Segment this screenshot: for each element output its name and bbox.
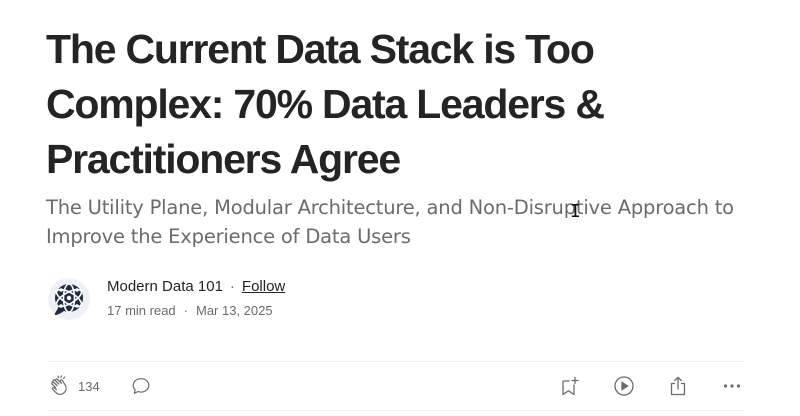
- author-row: Modern Data 101 · Follow 17 min read · M…: [48, 277, 285, 320]
- avatar[interactable]: [48, 277, 90, 320]
- article-header: The Current Data Stack is Too Complex: 7…: [46, 22, 756, 251]
- clap-icon: [51, 375, 67, 396]
- listen-button[interactable]: [612, 374, 636, 398]
- share-button[interactable]: [666, 374, 690, 398]
- follow-button[interactable]: Follow: [242, 277, 285, 297]
- article-title: The Current Data Stack is Too Complex: 7…: [46, 26, 605, 182]
- action-bar: 134: [48, 368, 744, 404]
- divider: [48, 410, 744, 411]
- divider: [48, 361, 744, 362]
- comment-button[interactable]: [130, 375, 152, 397]
- author-meta: Modern Data 101 · Follow 17 min read · M…: [107, 277, 285, 320]
- share-icon: [670, 376, 686, 396]
- publish-date: Mar 13, 2025: [196, 303, 273, 318]
- more-button[interactable]: [720, 374, 744, 398]
- read-time: 17 min read: [107, 303, 176, 318]
- clap-count: 134: [78, 378, 100, 394]
- globe-network-logo-icon: [48, 277, 90, 320]
- author-name[interactable]: Modern Data 101: [107, 277, 223, 297]
- article-subtitle: The Utility Plane, Modular Architecture,…: [46, 196, 734, 248]
- play-icon: [614, 376, 634, 396]
- bookmark-button[interactable]: [558, 374, 582, 398]
- comment-icon: [132, 378, 150, 394]
- clap-button[interactable]: 134: [48, 374, 100, 398]
- separator-dot: ·: [229, 278, 235, 295]
- bookmark-add-icon: [562, 376, 579, 396]
- separator-dot: ·: [183, 303, 188, 318]
- more-icon: [723, 384, 741, 388]
